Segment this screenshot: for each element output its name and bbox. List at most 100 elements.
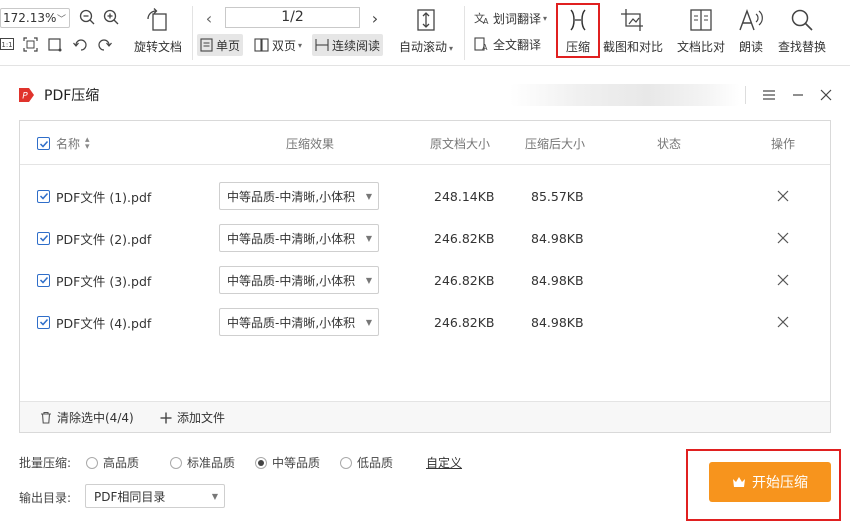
read-aloud-button[interactable]: 朗读	[736, 4, 766, 62]
remove-file-icon[interactable]	[777, 175, 789, 217]
dialog-title: PDF压缩	[44, 88, 100, 104]
compressed-size: 84.98KB	[531, 230, 584, 246]
table-row: PDF文件 (1).pdf 中等品质-中清晰,小体积 ▼ 248.14KB 85…	[20, 175, 830, 217]
find-replace-label: 查找替换	[777, 40, 826, 54]
file-name: PDF文件 (1).pdf	[56, 189, 152, 205]
continuous-reading-button[interactable]: 连续阅读	[312, 34, 384, 56]
continuous-reading-label: 连续阅读	[332, 38, 381, 53]
remove-file-icon[interactable]	[777, 259, 789, 301]
rotate-right-icon[interactable]	[96, 36, 112, 52]
row-checkbox[interactable]	[37, 189, 50, 203]
header-name-column[interactable]: 名称 ▴ ▾	[37, 135, 90, 152]
clear-selected-label: 清除选中(4/4)	[57, 411, 134, 425]
zoom-value: 172.13%	[3, 11, 57, 25]
remove-file-icon[interactable]	[777, 217, 789, 259]
select-all-checkbox[interactable]	[37, 137, 50, 150]
minimize-icon[interactable]	[787, 84, 809, 106]
full-translate-button[interactable]: A 全文翻译	[471, 33, 544, 55]
table-header: 名称 ▴ ▾ 压缩效果 原文档大小 压缩后大小 状态 操作	[20, 121, 830, 165]
svg-text:A: A	[483, 17, 489, 25]
quality-option-low[interactable]: 低品质	[340, 454, 393, 471]
quality-option-medium[interactable]: 中等品质	[255, 454, 320, 471]
continuous-reading-icon	[315, 39, 329, 51]
close-icon[interactable]	[815, 84, 837, 106]
document-compare-button[interactable]: 文档比对	[675, 4, 727, 62]
blurred-region	[510, 84, 740, 106]
table-row: PDF文件 (3).pdf 中等品质-中清晰,小体积 ▼ 246.82KB 84…	[20, 259, 830, 301]
compressed-size: 84.98KB	[531, 272, 584, 288]
auto-scroll-button[interactable]: 自动滚动 ▾	[396, 4, 456, 62]
sort-icon[interactable]: ▴ ▾	[85, 135, 90, 151]
effect-cell: 中等品质-中清晰,小体积 ▼	[219, 175, 379, 217]
zoom-in-icon[interactable]	[102, 8, 120, 26]
row-checkbox[interactable]	[37, 273, 50, 287]
full-translate-icon: A	[474, 37, 488, 51]
quality-option-standard[interactable]: 标准品质	[170, 454, 235, 471]
logo-letter: P	[22, 92, 28, 102]
actual-size-icon[interactable]: 1:1	[0, 36, 14, 52]
compressed-size: 85.57KB	[531, 188, 584, 204]
screenshot-compare-label: 截图和对比	[603, 40, 664, 54]
chevron-down-icon: ▾	[449, 44, 454, 53]
header-name-label: 名称	[56, 137, 81, 151]
custom-quality-link[interactable]: 自定义	[426, 454, 462, 471]
chevron-down-icon: ▾	[543, 13, 548, 23]
screenshot-compare-button[interactable]: 截图和对比	[603, 4, 663, 62]
remove-file-icon[interactable]	[777, 301, 789, 343]
read-aloud-icon	[738, 4, 764, 36]
original-size: 246.82KB	[434, 272, 495, 288]
quality-option-label: 中等品质	[272, 456, 321, 470]
chevron-down-icon: ▼	[365, 191, 372, 201]
clear-selected-button[interactable]: 清除选中(4/4)	[40, 402, 134, 433]
double-page-button[interactable]: 双页 ▾	[251, 34, 305, 56]
original-size: 246.82KB	[434, 314, 495, 330]
row-name-cell: PDF文件 (4).pdf	[37, 301, 151, 343]
main-toolbar: 172.13% ﹀ 1:1 旋转文档 ‹ 1/2 › 单页 双页 ▾ 连续阅读 …	[0, 0, 850, 66]
compression-effect-select[interactable]: 中等品质-中清晰,小体积 ▼	[219, 308, 379, 336]
auto-scroll-label: 自动滚动	[398, 40, 447, 54]
output-directory-select[interactable]: PDF相同目录 ▼	[85, 484, 225, 508]
row-checkbox[interactable]	[37, 315, 50, 329]
prev-page-icon[interactable]: ‹	[202, 9, 216, 28]
compression-effect-select[interactable]: 中等品质-中清晰,小体积 ▼	[219, 182, 379, 210]
double-page-icon	[254, 38, 269, 52]
compression-effect-select[interactable]: 中等品质-中清晰,小体积 ▼	[219, 224, 379, 252]
single-page-button[interactable]: 单页	[197, 34, 244, 56]
table-footer: 清除选中(4/4) 添加文件	[20, 401, 830, 432]
menu-icon[interactable]	[758, 84, 780, 106]
output-directory-label: 输出目录:	[19, 491, 72, 505]
double-page-label: 双页	[272, 38, 297, 53]
add-file-button[interactable]: 添加文件	[160, 402, 225, 433]
radio-circle	[86, 456, 98, 469]
row-checkbox[interactable]	[37, 231, 50, 245]
output-directory-value: PDF相同目录	[94, 489, 166, 504]
compression-effect-select[interactable]: 中等品质-中清晰,小体积 ▼	[219, 266, 379, 294]
rotate-left-icon[interactable]	[72, 36, 88, 52]
word-translate-button[interactable]: 文A 划词翻译 ▾	[471, 7, 550, 29]
compression-effect-value: 中等品质-中清晰,小体积	[227, 273, 356, 288]
rotate-document-button[interactable]: 旋转文档	[130, 4, 186, 62]
original-size: 248.14KB	[434, 188, 495, 204]
toolbar-divider	[464, 6, 465, 60]
start-compress-button[interactable]: 开始压缩	[709, 462, 831, 502]
effect-cell: 中等品质-中清晰,小体积 ▼	[219, 259, 379, 301]
row-name-cell: PDF文件 (1).pdf	[37, 175, 151, 217]
auto-scroll-icon	[414, 4, 438, 36]
fit-width-icon[interactable]	[46, 36, 62, 52]
start-compress-label: 开始压缩	[752, 475, 808, 491]
next-page-icon[interactable]: ›	[368, 9, 382, 28]
page-indicator-input[interactable]: 1/2	[225, 7, 360, 28]
zoom-out-icon[interactable]	[78, 8, 96, 26]
screenshot-compare-icon	[620, 4, 646, 36]
fit-page-icon[interactable]	[22, 36, 38, 52]
row-name-cell: PDF文件 (3).pdf	[37, 259, 151, 301]
document-compare-icon	[689, 4, 713, 36]
compression-effect-value: 中等品质-中清晰,小体积	[227, 231, 356, 246]
read-aloud-label: 朗读	[738, 40, 763, 54]
find-replace-button[interactable]: 查找替换	[776, 4, 828, 62]
compressed-size: 84.98KB	[531, 314, 584, 330]
row-name-cell: PDF文件 (2).pdf	[37, 217, 151, 259]
zoom-select[interactable]: 172.13% ﹀	[0, 8, 70, 28]
quality-option-high[interactable]: 高品质	[86, 454, 139, 471]
compression-effect-value: 中等品质-中清晰,小体积	[227, 189, 356, 204]
